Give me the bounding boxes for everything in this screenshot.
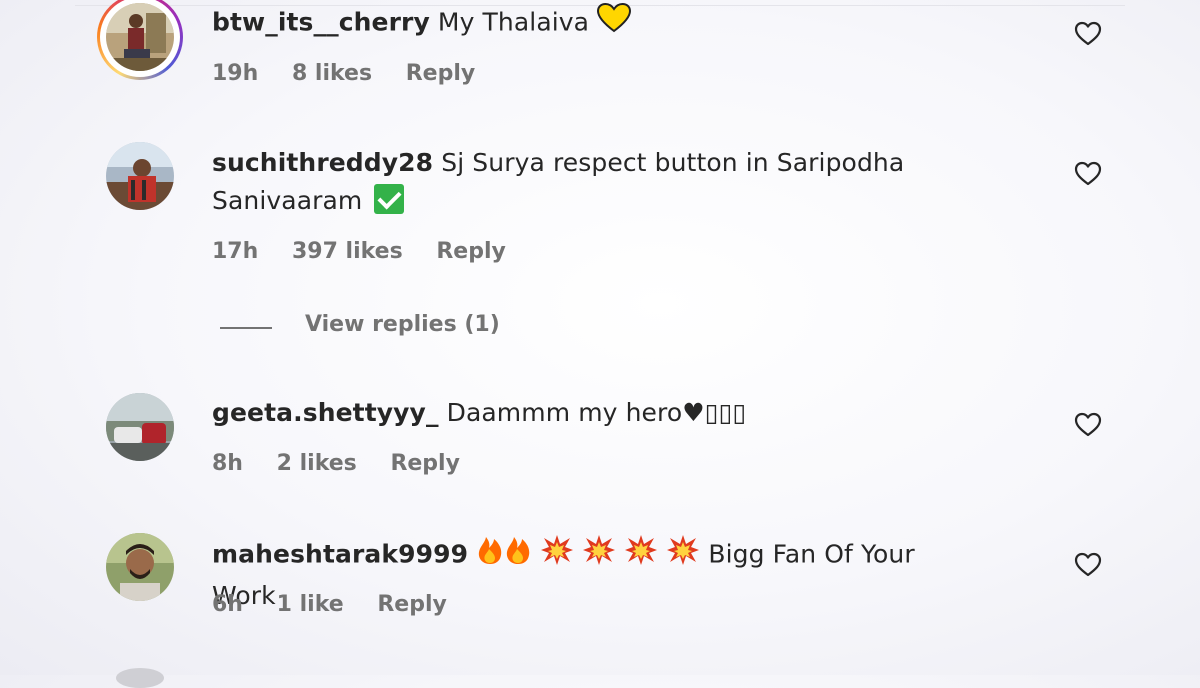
collision-icon bbox=[540, 534, 574, 577]
comment-text: geeta.shettyyy_ Daammm my hero♥▯▯▯ bbox=[212, 394, 972, 432]
heart-outline-icon[interactable] bbox=[1074, 411, 1102, 439]
avatar[interactable] bbox=[106, 533, 174, 601]
likes-count[interactable]: 397 likes bbox=[292, 239, 403, 264]
username[interactable]: maheshtarak9999 bbox=[212, 540, 468, 569]
comment-text: suchithreddy28 Sj Surya respect button i… bbox=[212, 144, 972, 220]
avatar[interactable] bbox=[106, 3, 174, 71]
comment-meta: 6h 1 like Reply bbox=[212, 592, 473, 617]
story-ring[interactable] bbox=[97, 0, 183, 80]
reply-button[interactable]: Reply bbox=[390, 451, 460, 476]
likes-count[interactable]: 1 like bbox=[277, 592, 344, 617]
likes-count[interactable]: 8 likes bbox=[292, 61, 372, 86]
fire-icon bbox=[504, 534, 532, 577]
collision-icon bbox=[624, 534, 658, 577]
check-mark-icon bbox=[374, 184, 405, 214]
comment-body: My Thalaiva bbox=[437, 7, 590, 37]
heart-outline-icon[interactable] bbox=[1074, 160, 1102, 188]
avatar[interactable] bbox=[116, 668, 164, 688]
timestamp: 17h bbox=[212, 239, 259, 264]
heart-outline-icon[interactable] bbox=[1074, 20, 1102, 48]
comment-text: btw_its__cherry My Thalaiva bbox=[212, 2, 972, 44]
heart-outline-icon[interactable] bbox=[1074, 551, 1102, 579]
fire-icon bbox=[476, 534, 504, 577]
timestamp: 6h bbox=[212, 592, 243, 617]
collision-icon bbox=[582, 534, 616, 577]
collision-icon bbox=[666, 534, 700, 577]
avatar[interactable] bbox=[106, 142, 174, 210]
yellow-heart-icon bbox=[597, 2, 632, 44]
reply-button[interactable]: Reply bbox=[436, 239, 506, 264]
avatar[interactable] bbox=[106, 393, 174, 461]
username[interactable]: btw_its__cherry bbox=[212, 8, 430, 37]
username[interactable]: geeta.shettyyy_ bbox=[212, 398, 439, 427]
view-replies-button[interactable]: View replies (1) bbox=[305, 312, 500, 337]
timestamp: 8h bbox=[212, 451, 243, 476]
replies-divider bbox=[220, 327, 272, 329]
reply-button[interactable]: Reply bbox=[377, 592, 447, 617]
likes-count[interactable]: 2 likes bbox=[277, 451, 357, 476]
comment-body: Daammm my hero♥▯▯▯ bbox=[446, 398, 747, 427]
username[interactable]: suchithreddy28 bbox=[212, 148, 433, 177]
comment-meta: 17h 397 likes Reply bbox=[212, 239, 532, 264]
timestamp: 19h bbox=[212, 61, 259, 86]
reply-button[interactable]: Reply bbox=[406, 61, 476, 86]
comment-meta: 8h 2 likes Reply bbox=[212, 451, 486, 476]
comment-meta: 19h 8 likes Reply bbox=[212, 61, 501, 86]
